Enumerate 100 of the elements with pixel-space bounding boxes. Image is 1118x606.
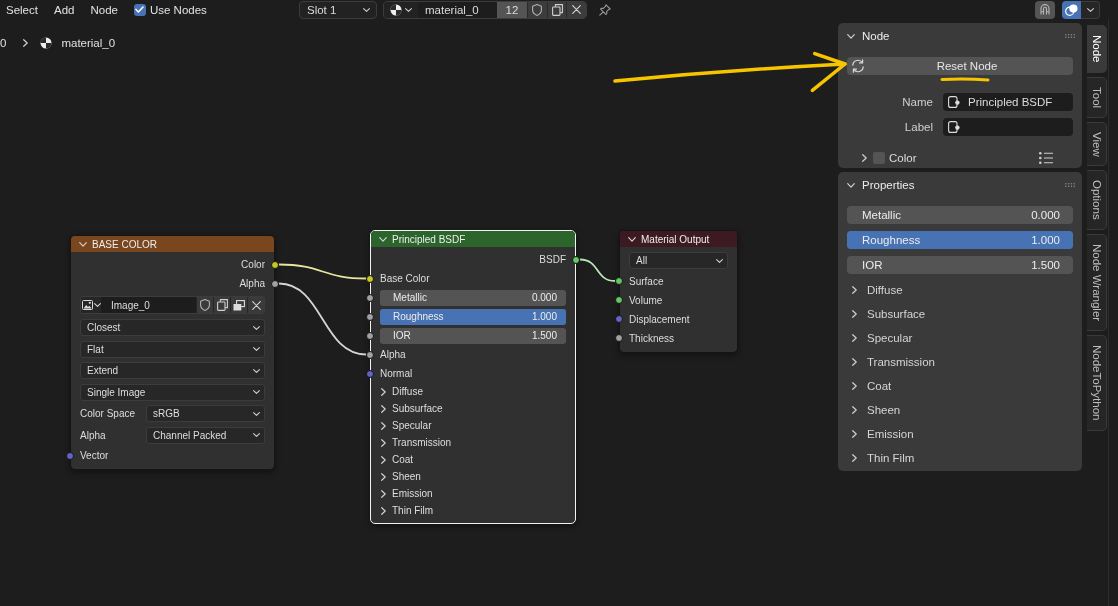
checkbox[interactable] [873,152,885,164]
slider-field[interactable]: Metallic 0.000 [380,289,566,306]
chevron-down-icon[interactable] [79,241,87,247]
slider-field[interactable]: Roughness 1.000 [847,231,1073,249]
subpanel-label[interactable]: Color [889,152,917,164]
chevron-right-icon[interactable] [862,154,867,162]
breadcrumb-item[interactable]: material_0 [61,37,116,49]
dropdown[interactable]: Single Image [80,383,265,401]
node-header[interactable]: Material Output [620,231,737,247]
slider-field[interactable]: Metallic 0.000 [847,206,1073,224]
text-field[interactable] [943,118,1073,136]
chevron-right-icon[interactable] [852,406,857,414]
panel-toggle[interactable]: Sheen [838,398,1082,422]
sidebar-tab[interactable]: View [1087,121,1107,167]
pin-button[interactable] [597,1,613,18]
node-link[interactable] [278,263,367,280]
chevron-right-icon[interactable] [381,421,386,430]
checkbox[interactable] [133,3,146,16]
panel-toggle[interactable]: Diffuse [380,383,423,400]
panel-toggle[interactable]: Sheen [380,468,421,485]
node-link[interactable] [579,258,616,282]
text-field[interactable]: Principled BSDF [943,93,1073,111]
node-header[interactable]: BASE COLOR [71,236,274,252]
chevron-down-icon[interactable] [847,33,855,39]
chevron-right-icon[interactable] [852,286,857,294]
socket-icon[interactable] [366,293,374,302]
chevron-right-icon[interactable] [852,334,857,342]
chevron-down-icon[interactable] [847,182,855,188]
sidebar-tab[interactable]: NodeToPython [1087,335,1107,431]
image-browse-button[interactable] [81,297,101,313]
fake-user-button[interactable] [527,1,547,18]
slot-dropdown[interactable]: Slot 1 [299,0,377,19]
socket-icon[interactable] [366,350,374,359]
menu-button[interactable]: Node [82,0,126,19]
user-count-button[interactable]: 12 [497,1,527,18]
unlink-button[interactable] [566,1,586,18]
dropdown[interactable]: Channel Packed [146,426,265,444]
panel-toggle[interactable]: Thin Film [380,502,434,519]
chevron-right-icon[interactable] [852,454,857,462]
panel-toggle[interactable]: Emission [380,485,433,502]
slider-field[interactable]: Roughness 1.000 [380,308,566,325]
panel-toggle[interactable]: Coat [838,374,1082,398]
chevron-right-icon[interactable] [381,472,386,481]
overlay-dropdown-button[interactable] [1081,0,1100,19]
panel-toggle[interactable]: Specular [838,326,1082,350]
socket-icon[interactable] [271,279,279,288]
socket-icon[interactable] [615,296,623,304]
socket-icon[interactable] [366,312,374,321]
socket-icon[interactable] [271,260,279,269]
chevron-down-icon[interactable] [379,236,387,242]
chevron-right-icon[interactable] [381,438,386,447]
dropdown[interactable]: Closest [80,319,265,337]
dropdown[interactable]: All [629,252,728,270]
breadcrumb-item[interactable]: 0 [0,37,7,49]
grip-icon[interactable] [1065,183,1075,187]
dropdown[interactable]: sRGB [146,405,265,423]
panel-toggle[interactable]: Subsurface [838,302,1082,326]
grip-icon[interactable] [1065,34,1075,38]
panel-toggle[interactable]: Thin Film [838,446,1082,470]
chevron-right-icon[interactable] [381,455,386,464]
panel-toggle[interactable]: Emission [838,422,1082,446]
node-header[interactable]: Principled BSDF [371,231,575,247]
unlink-button[interactable] [247,297,264,313]
material-browse-button[interactable] [384,1,418,18]
dropdown[interactable]: Extend [80,362,265,380]
socket-icon[interactable] [366,331,374,340]
node-link[interactable] [278,282,367,356]
open-image-button[interactable] [230,297,247,313]
panel-title[interactable]: Properties [862,179,915,191]
sidebar-tab[interactable]: Tool [1087,76,1107,118]
panel-toggle[interactable]: Diffuse [838,278,1082,302]
sidebar-tab[interactable]: Node [1087,25,1107,73]
chevron-right-icon[interactable] [852,358,857,366]
checkbox-label[interactable]: Use Nodes [149,3,207,16]
panel-title[interactable]: Node [862,30,890,42]
socket-icon[interactable] [615,334,623,342]
chevron-down-icon[interactable] [628,236,636,242]
socket-icon[interactable] [366,274,374,283]
chevron-right-icon[interactable] [381,506,386,515]
panel-toggle[interactable]: Transmission [838,350,1082,374]
chevron-right-icon[interactable] [852,430,857,438]
panel-toggle[interactable]: Specular [380,417,432,434]
chevron-right-icon[interactable] [852,382,857,390]
chevron-right-icon[interactable] [381,387,386,396]
reset-node-button[interactable]: Reset Node [847,57,1073,75]
chevron-right-icon[interactable] [852,310,857,318]
number-field[interactable]: IOR 1.500 [847,256,1073,274]
panel-toggle[interactable]: Coat [380,451,414,468]
dropdown[interactable]: Flat [80,340,265,358]
socket-icon[interactable] [572,255,580,264]
duplicate-button[interactable] [546,1,567,18]
socket-icon[interactable] [615,277,623,285]
panel-toggle[interactable]: Subsurface [380,400,443,417]
panel-toggle[interactable]: Transmission [380,434,452,451]
sidebar-tab[interactable]: Options [1087,170,1107,230]
image-name-field[interactable]: Image_0 [101,297,196,313]
chevron-right-icon[interactable] [381,404,386,413]
menu-button[interactable]: Select [0,0,46,19]
list-icon[interactable] [1039,152,1053,164]
chevron-right-icon[interactable] [381,489,386,498]
